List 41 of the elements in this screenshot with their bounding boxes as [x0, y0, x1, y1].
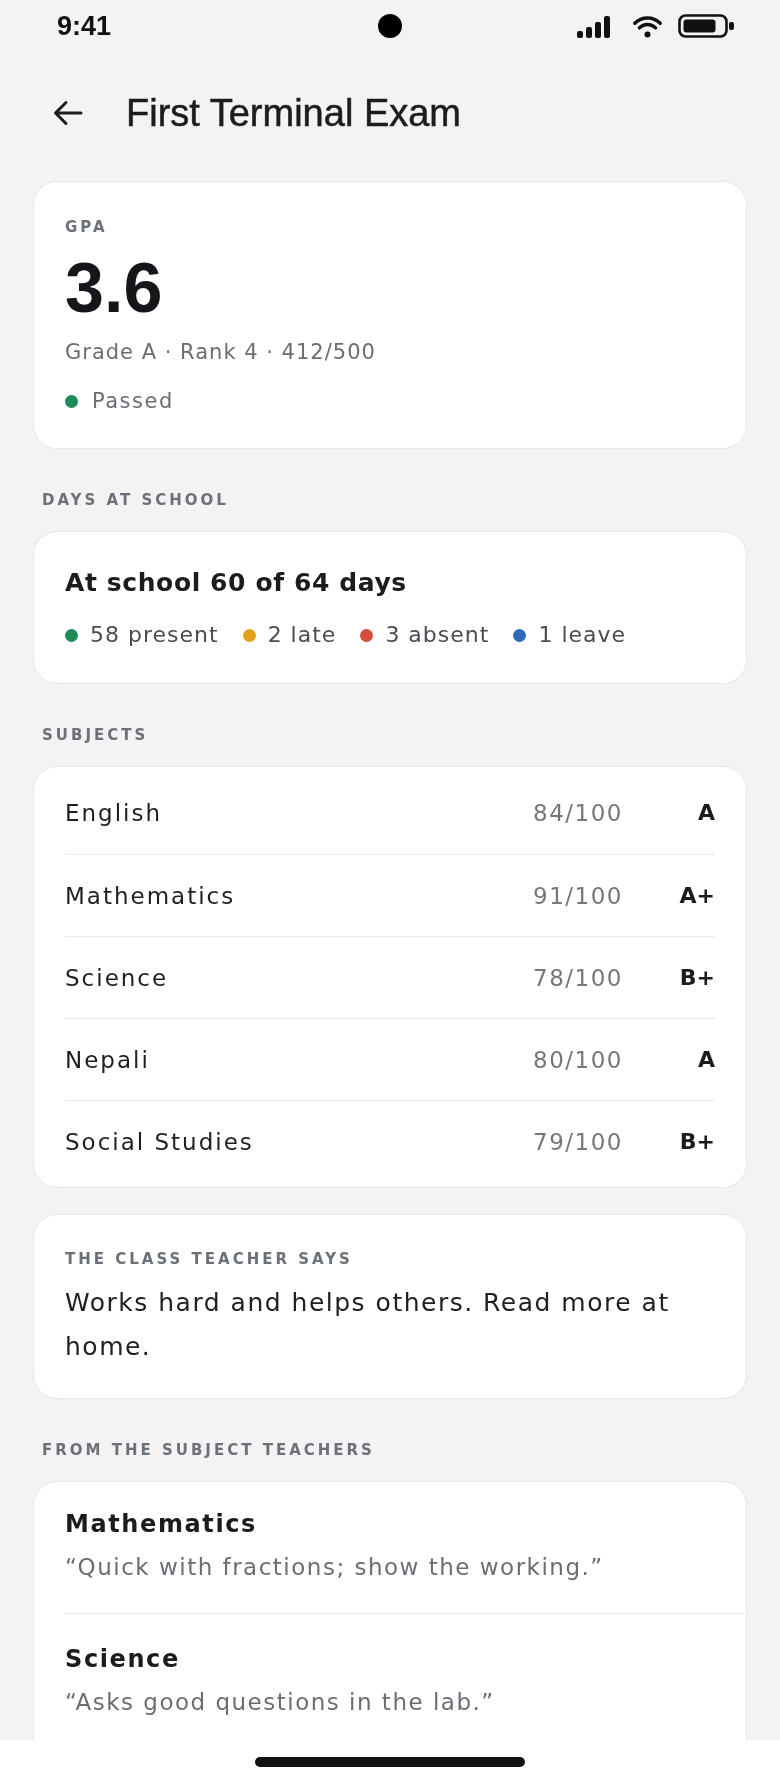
section-heading: FROM THE SUBJECT TEACHERS — [42, 1440, 376, 1460]
subject-score: 78/100 — [533, 963, 623, 993]
battery-icon — [678, 14, 735, 38]
teacher-quote: “Quick with fractions; show the working.” — [65, 1553, 605, 1582]
comment-label: THE CLASS TEACHER SAYS — [65, 1249, 354, 1269]
subject-score: 91/100 — [533, 881, 623, 911]
gpa-value: 3.6 — [65, 248, 164, 328]
legend-label: 2 late — [267, 621, 337, 649]
back-arrow-icon — [53, 100, 83, 126]
gpa-summary: Grade A · Rank 4 · 412/500 — [65, 339, 377, 366]
teacher-subject: Science — [65, 1644, 181, 1675]
subject-name: English — [65, 799, 164, 828]
legend-label: 1 leave — [538, 621, 627, 649]
teacher-comment: Works hard and helps others. Read more at home. — [65, 1287, 671, 1363]
section-heading: SUBJECTS — [42, 725, 150, 745]
subject-name: Social Studies — [65, 1127, 255, 1157]
subject-score: 84/100 — [533, 799, 623, 828]
subject-score: 80/100 — [533, 1045, 623, 1075]
subject-grade: A — [697, 799, 715, 827]
subject-grade: B+ — [679, 1127, 715, 1156]
legend-label: 58 present — [90, 621, 219, 649]
signal-icon — [577, 16, 610, 38]
status-time: 9:41 — [57, 11, 112, 41]
subject-name: Science — [65, 963, 170, 993]
subject-name: Mathematics — [65, 881, 237, 911]
wifi-icon — [632, 14, 663, 38]
teacher-subject: Mathematics — [65, 1509, 258, 1540]
section-heading: DAYS AT SCHOOL — [42, 490, 230, 510]
legend-label: 3 absent — [385, 621, 490, 649]
camera-hole-icon — [378, 14, 402, 38]
page-title: First Terminal Exam — [126, 93, 462, 133]
status-label: Passed — [92, 388, 174, 415]
subject-score: 79/100 — [533, 1127, 623, 1157]
subject-name: Nepali — [65, 1045, 151, 1075]
teacher-quote: “Asks good questions in the lab.” — [65, 1688, 496, 1717]
attendance-title: At school 60 of 64 days — [65, 567, 408, 599]
subject-grade: A — [697, 1045, 715, 1074]
gpa-label: GPA — [65, 217, 109, 237]
subject-grade: A+ — [679, 881, 715, 910]
subject-grade: B+ — [679, 963, 715, 992]
back-button[interactable] — [53, 100, 83, 126]
